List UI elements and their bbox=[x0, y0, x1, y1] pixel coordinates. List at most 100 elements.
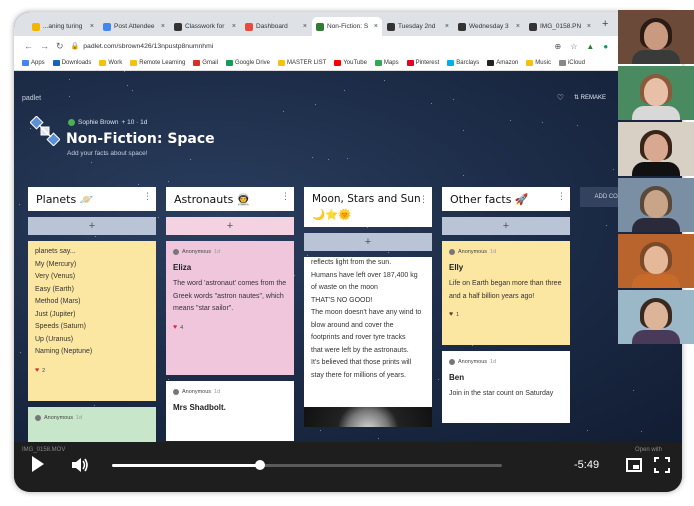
bookmark-item[interactable]: iCloud bbox=[558, 60, 585, 66]
star-dot bbox=[378, 438, 380, 440]
participant-video-tile[interactable] bbox=[618, 66, 694, 120]
close-icon[interactable]: × bbox=[90, 23, 94, 30]
post-time: 1d bbox=[214, 249, 221, 255]
browser-tab[interactable]: IMG_0158.PN × bbox=[525, 17, 595, 36]
column-header: Moon, Stars and Sun 🌙⭐🌞 ⋮ bbox=[304, 187, 432, 227]
post-card[interactable]: Anonymous 1d bbox=[28, 407, 156, 442]
bookmark-item[interactable]: Apps bbox=[22, 60, 45, 66]
tab-label: IMG_0158.PN bbox=[540, 23, 582, 30]
browser-tab[interactable]: Wednesday 3 × bbox=[454, 17, 524, 36]
participant-video-tile[interactable] bbox=[618, 122, 694, 176]
browser-tab[interactable]: Dashboard × bbox=[241, 17, 311, 36]
participant-video-tile[interactable] bbox=[618, 178, 694, 232]
bookmark-item[interactable]: YouTube bbox=[334, 60, 367, 66]
column-menu-icon[interactable]: ⋮ bbox=[143, 192, 152, 202]
url-field[interactable]: padlet.com/sbrown426/13npustp8numnhmi bbox=[83, 43, 213, 50]
browser-tab[interactable]: Non-Fiction: S × bbox=[312, 17, 382, 36]
bookmark-item[interactable]: MASTER LIST bbox=[277, 60, 326, 66]
post-card[interactable]: Anonymous 1d Mrs Shadbolt. bbox=[166, 381, 294, 441]
new-tab-button[interactable]: + bbox=[596, 18, 614, 30]
participant-face bbox=[644, 22, 668, 50]
play-icon[interactable] bbox=[32, 456, 44, 472]
close-icon[interactable]: × bbox=[161, 23, 165, 30]
browser-tab[interactable]: Classwork for × bbox=[170, 17, 240, 36]
moon-image bbox=[304, 407, 432, 427]
bookmark-item[interactable]: Downloads bbox=[52, 60, 91, 66]
bookmark-item[interactable]: Pinterest bbox=[406, 60, 439, 66]
bookmark-item[interactable]: Music bbox=[526, 60, 551, 66]
like-number: 1 bbox=[456, 312, 460, 318]
heart-icon: ♥ bbox=[35, 366, 40, 374]
extension-icon[interactable]: ▲ bbox=[586, 42, 594, 51]
bookmark-item[interactable]: Gmail bbox=[193, 60, 218, 66]
close-icon[interactable]: × bbox=[232, 23, 236, 30]
extension-icon[interactable]: ● bbox=[603, 42, 608, 51]
add-post-button[interactable]: + bbox=[442, 217, 570, 235]
post-card[interactable]: Anonymous 1d Eliza The word 'astronaut' … bbox=[166, 241, 294, 375]
post-title: Ben bbox=[449, 372, 465, 382]
volume-icon[interactable] bbox=[70, 456, 90, 474]
bookmark-item[interactable]: Google Drive bbox=[225, 60, 270, 66]
bookmark-item[interactable]: Maps bbox=[374, 60, 399, 66]
column-header: Planets 🪐 ⋮ bbox=[28, 187, 156, 211]
time-remaining: -5:49 bbox=[574, 459, 600, 471]
close-icon[interactable]: × bbox=[516, 23, 520, 30]
video-call-participants bbox=[618, 10, 694, 346]
post-card[interactable]: Anonymous 1d Elly Life on Earth began mo… bbox=[442, 241, 570, 345]
add-post-button[interactable]: + bbox=[28, 217, 156, 235]
close-icon[interactable]: × bbox=[303, 23, 307, 30]
column-menu-icon[interactable]: ⋮ bbox=[281, 192, 290, 202]
tab-favicon-icon bbox=[316, 22, 324, 31]
column-title: Astronauts 👨‍🚀 bbox=[174, 192, 251, 206]
back-icon[interactable]: ← bbox=[24, 41, 33, 51]
post-card[interactable]: Anonymous 1d Ben Join in the star count … bbox=[442, 351, 570, 423]
bookmark-item[interactable]: Work bbox=[99, 60, 122, 66]
close-icon[interactable]: × bbox=[587, 23, 591, 30]
star-dot bbox=[347, 158, 349, 160]
fullscreen-icon[interactable] bbox=[654, 457, 670, 473]
browser-tab[interactable]: Post Attendee × bbox=[99, 17, 169, 36]
post-card[interactable]: reflects light from the sun. Humans have … bbox=[304, 257, 432, 407]
add-post-button[interactable]: + bbox=[166, 217, 294, 235]
star-dot bbox=[462, 175, 464, 177]
close-icon[interactable]: × bbox=[445, 23, 449, 30]
reload-icon[interactable]: ↻ bbox=[56, 41, 64, 52]
column-other-facts: Other facts 🚀 ⋮ + Anonymous 1d Elly Life… bbox=[442, 187, 570, 423]
participant-face bbox=[644, 190, 668, 218]
avatar bbox=[68, 119, 75, 126]
participant-video-tile[interactable] bbox=[618, 234, 694, 288]
open-with-label[interactable]: Open with bbox=[635, 447, 662, 453]
participant-video-tile[interactable] bbox=[618, 10, 694, 64]
post-line: Humans have left over 187,400 kg bbox=[311, 271, 418, 279]
tab-label: Classwork for bbox=[185, 23, 225, 30]
post-card[interactable]: planets say... My (Mercury) Very (Venus) Ea… bbox=[28, 241, 156, 401]
column-menu-icon[interactable]: ⋮ bbox=[557, 192, 566, 202]
remake-button[interactable]: ⇅ REMAKE bbox=[574, 94, 606, 101]
padlet-logo[interactable]: padlet bbox=[22, 95, 41, 102]
forward-icon[interactable]: → bbox=[40, 41, 49, 51]
bookmark-item[interactable]: Remote Learning bbox=[130, 60, 185, 66]
browser-tab[interactable]: ...aning turing × bbox=[28, 17, 98, 36]
post-line: blow around and cover the bbox=[311, 321, 394, 329]
star-dot bbox=[311, 157, 313, 159]
bookmark-icon bbox=[52, 60, 60, 66]
bookmark-star-icon[interactable]: ☆ bbox=[570, 42, 577, 51]
seek-handle[interactable] bbox=[255, 460, 266, 470]
bookmark-label: Gmail bbox=[202, 60, 218, 66]
bookmark-item[interactable]: Barclays bbox=[447, 60, 479, 66]
zoom-icon[interactable]: ⊕ bbox=[555, 42, 562, 51]
like-count[interactable]: ♥ 2 bbox=[35, 365, 149, 378]
bookmark-icon bbox=[130, 60, 138, 66]
picture-in-picture-icon[interactable] bbox=[626, 458, 642, 472]
heart-icon[interactable]: ♡ bbox=[557, 93, 564, 102]
add-post-button[interactable]: + bbox=[304, 233, 432, 251]
like-count[interactable]: ♥ 4 bbox=[173, 322, 287, 335]
participant-video-tile[interactable] bbox=[618, 290, 694, 344]
participant-face bbox=[644, 78, 668, 106]
close-icon[interactable]: × bbox=[374, 23, 378, 30]
browser-tab[interactable]: Tuesday 2nd × bbox=[383, 17, 453, 36]
column-menu-icon[interactable]: ⋮ bbox=[419, 192, 428, 208]
bookmark-item[interactable]: Amazon bbox=[487, 60, 518, 66]
like-count[interactable]: ♥ 1 bbox=[449, 309, 563, 322]
satellite-icon bbox=[30, 116, 60, 146]
